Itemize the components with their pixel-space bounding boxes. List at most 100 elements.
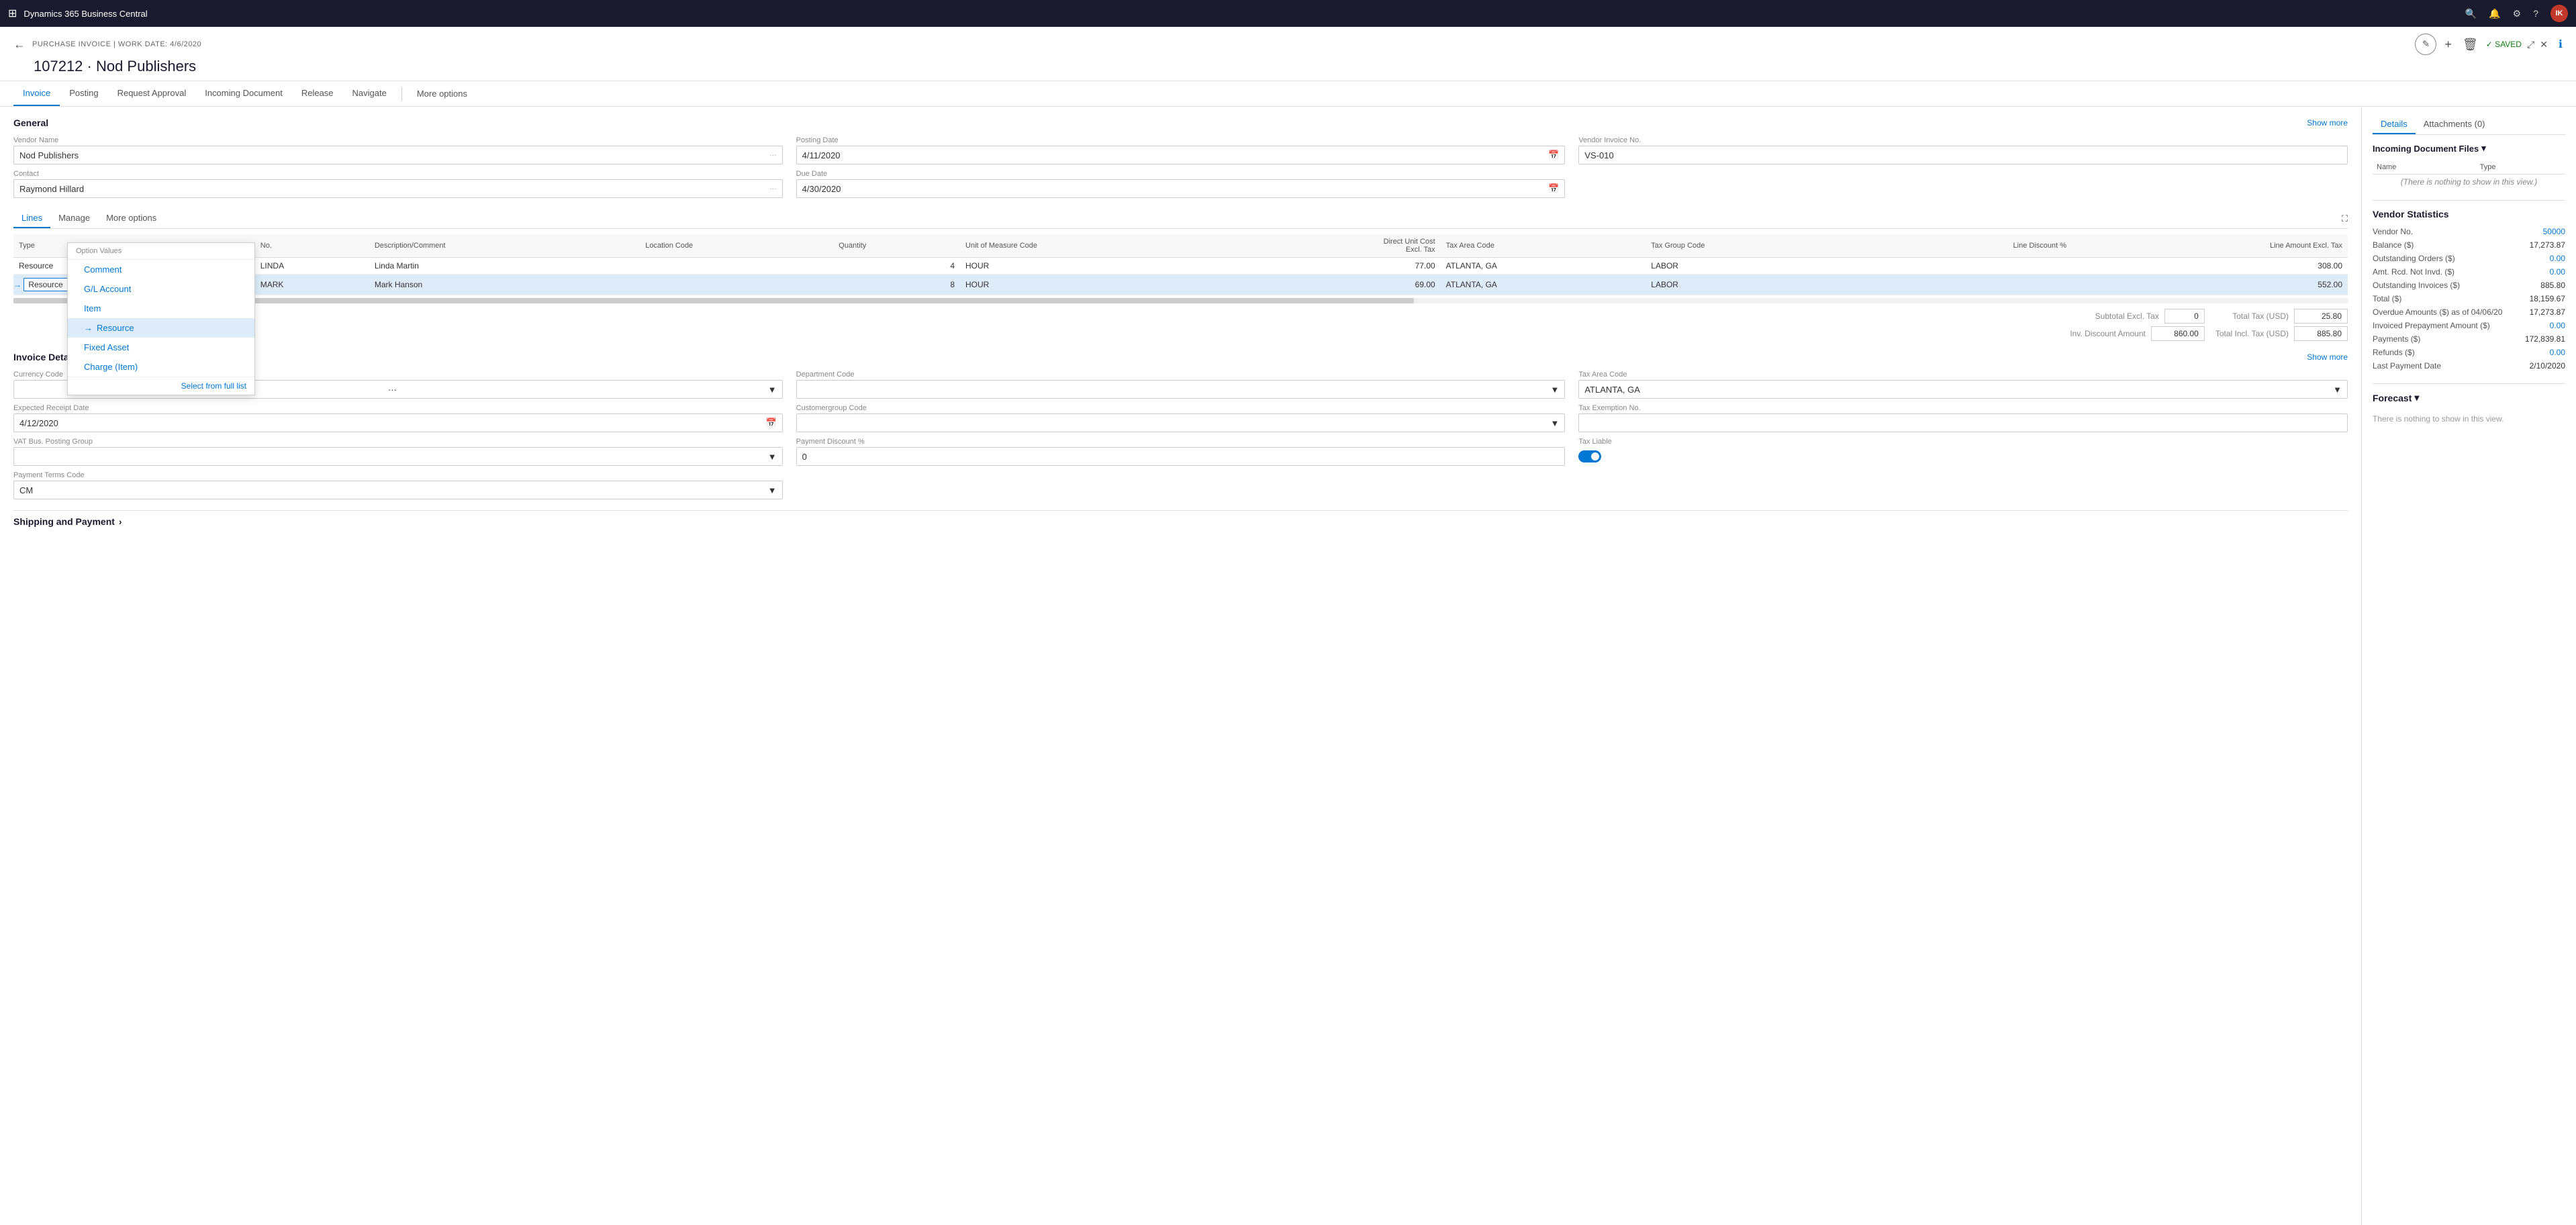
- total-tax-value: 25.80: [2294, 309, 2348, 324]
- stat-label: Invoiced Prepayment Amount ($): [2373, 321, 2490, 330]
- bell-icon[interactable]: 🔔: [2489, 8, 2500, 19]
- stat-label: Payments ($): [2373, 334, 2420, 344]
- table-row[interactable]: Resource LINDA Linda Martin 4 HOUR 77.00…: [13, 258, 2348, 275]
- incoming-files-chevron[interactable]: ▾: [2481, 143, 2486, 154]
- option-gl-account[interactable]: G/L Account: [68, 279, 254, 295]
- row-arrow-icon: →: [13, 280, 21, 289]
- tab-posting[interactable]: Posting: [60, 81, 107, 106]
- expected-receipt-input[interactable]: 4/12/2020 📅: [13, 413, 783, 432]
- general-section-header: General Show more: [13, 117, 2348, 128]
- payment-terms-label: Payment Terms Code: [13, 471, 783, 479]
- search-icon[interactable]: 🔍: [2465, 8, 2477, 19]
- back-button[interactable]: ←: [13, 38, 26, 52]
- lines-tab-lines[interactable]: Lines: [13, 209, 50, 228]
- vat-bus-label: VAT Bus. Posting Group: [13, 438, 783, 446]
- tab-navigate[interactable]: Navigate: [343, 81, 396, 106]
- payment-discount-input[interactable]: 0: [796, 447, 1566, 466]
- contact-input[interactable]: Raymond Hillard ···: [13, 179, 783, 198]
- dept-chevron-icon[interactable]: ▼: [1550, 385, 1559, 395]
- contact-field: Contact Raymond Hillard ···: [13, 170, 783, 198]
- payment-terms-chevron-icon[interactable]: ▼: [768, 485, 777, 495]
- vendor-invoice-field: Vendor Invoice No. VS-010: [1578, 136, 2348, 164]
- tab-bar: Invoice Posting Request Approval Incomin…: [0, 81, 2576, 107]
- row1-no: LINDA: [255, 258, 369, 275]
- invoice-details-show-more[interactable]: Show more: [2307, 352, 2348, 362]
- info-icon[interactable]: ℹ: [2559, 38, 2563, 51]
- tax-exempt-input[interactable]: [1578, 413, 2348, 432]
- stat-value: 2/10/2020: [2530, 361, 2565, 371]
- expected-receipt-field: Expected Receipt Date 4/12/2020 📅: [13, 404, 783, 432]
- row2-unit-cost: 69.00: [1233, 275, 1440, 295]
- due-date-calendar-icon[interactable]: 📅: [1548, 183, 1559, 194]
- options-popup: Option Values Comment G/L Account Item →…: [67, 242, 255, 295]
- customergroup-input[interactable]: ▼: [796, 413, 1566, 432]
- stat-row: Outstanding Orders ($)0.00: [2373, 252, 2565, 265]
- general-show-more[interactable]: Show more: [2307, 118, 2348, 128]
- table-row[interactable]: → Resource ▼ MARK Mark Hanson: [13, 275, 2348, 295]
- right-tabs: Details Attachments (0): [2373, 115, 2565, 135]
- avatar[interactable]: IK: [2550, 5, 2568, 22]
- col-qty: Quantity: [833, 234, 960, 258]
- payment-terms-input[interactable]: CM ▼: [13, 481, 783, 499]
- row1-tax-area: ATLANTA, GA: [1441, 258, 1646, 275]
- tax-area-code-input[interactable]: ATLANTA, GA ▼: [1578, 380, 2348, 399]
- invoice-details-section: Invoice Details Show more Currency Code …: [13, 352, 2348, 499]
- option-comment[interactable]: Comment: [68, 260, 254, 279]
- posting-date-calendar-icon[interactable]: 📅: [1548, 150, 1559, 160]
- posting-date-input[interactable]: 4/11/2020 📅: [796, 146, 1566, 164]
- vat-bus-input[interactable]: ▼: [13, 447, 783, 466]
- due-date-input[interactable]: 4/30/2020 📅: [796, 179, 1566, 198]
- tab-request-approval[interactable]: Request Approval: [108, 81, 196, 106]
- row1-unit-cost: 77.00: [1233, 258, 1440, 275]
- right-tab-details[interactable]: Details: [2373, 115, 2416, 134]
- settings-icon[interactable]: ⚙: [2513, 8, 2522, 19]
- col-name: Name: [2373, 160, 2476, 175]
- lines-tab-manage[interactable]: Manage: [50, 209, 98, 228]
- row1-uom: HOUR: [960, 258, 1233, 275]
- tab-invoice[interactable]: Invoice: [13, 81, 60, 106]
- stat-value: 172,839.81: [2525, 334, 2565, 344]
- add-button[interactable]: +: [2442, 35, 2454, 54]
- delete-button[interactable]: 🗑: [2460, 35, 2481, 54]
- forecast-chevron[interactable]: ▾: [2414, 392, 2419, 403]
- saved-indicator: ✓ SAVED: [2486, 40, 2522, 49]
- app-grid-icon[interactable]: ⊞: [8, 7, 17, 20]
- expected-receipt-cal-icon[interactable]: 📅: [765, 418, 776, 428]
- stat-value: 18,159.67: [2530, 294, 2565, 303]
- vendor-name-input[interactable]: Nod Publishers ···: [13, 146, 783, 164]
- lines-tab-more[interactable]: More options: [98, 209, 164, 228]
- tab-more-options[interactable]: More options: [408, 82, 477, 105]
- posting-date-field: Posting Date 4/11/2020 📅: [796, 136, 1566, 164]
- row1-line-amount: 308.00: [2072, 258, 2348, 275]
- vendor-invoice-label: Vendor Invoice No.: [1578, 136, 2348, 144]
- contact-dots[interactable]: ···: [770, 185, 777, 193]
- tax-liable-toggle[interactable]: [1578, 450, 1601, 462]
- currency-dropdown-icon[interactable]: ···: [388, 385, 397, 395]
- expand-button[interactable]: ⤢: [2527, 39, 2534, 50]
- row1-line-disc: [1860, 258, 2072, 275]
- vat-bus-chevron-icon[interactable]: ▼: [768, 452, 777, 462]
- inv-discount-label: Inv. Discount Amount: [2070, 329, 2146, 338]
- stat-value: 0.00: [2550, 267, 2565, 277]
- vendor-invoice-input[interactable]: VS-010: [1578, 146, 2348, 164]
- tab-release[interactable]: Release: [292, 81, 343, 106]
- stat-row: Invoiced Prepayment Amount ($)0.00: [2373, 319, 2565, 332]
- edit-button[interactable]: ✎: [2415, 34, 2436, 55]
- dept-code-input[interactable]: ▼: [796, 380, 1566, 399]
- col-desc: Description/Comment: [369, 234, 640, 258]
- tab-incoming-document[interactable]: Incoming Document: [195, 81, 292, 106]
- vendor-name-dots[interactable]: ···: [770, 152, 777, 159]
- row2-tax-area: ATLANTA, GA: [1441, 275, 1646, 295]
- subtotal-pct-input[interactable]: 0: [2164, 309, 2205, 324]
- forecast-title: Forecast ▾: [2373, 383, 2565, 403]
- tax-area-chevron-icon[interactable]: ▼: [2333, 385, 2342, 395]
- right-tab-attachments[interactable]: Attachments (0): [2416, 115, 2493, 134]
- collapse-button[interactable]: ✕: [2540, 39, 2548, 50]
- shipping-payment-section[interactable]: Shipping and Payment ›: [13, 510, 2348, 527]
- lines-expand-icon[interactable]: ⛶: [2342, 213, 2348, 224]
- currency-chevron-icon[interactable]: ▼: [768, 385, 777, 395]
- customergroup-chevron-icon[interactable]: ▼: [1550, 418, 1559, 428]
- dept-code-label: Department Code: [796, 371, 1566, 379]
- tax-exempt-field: Tax Exemption No.: [1578, 404, 2348, 432]
- help-icon[interactable]: ?: [2533, 8, 2538, 19]
